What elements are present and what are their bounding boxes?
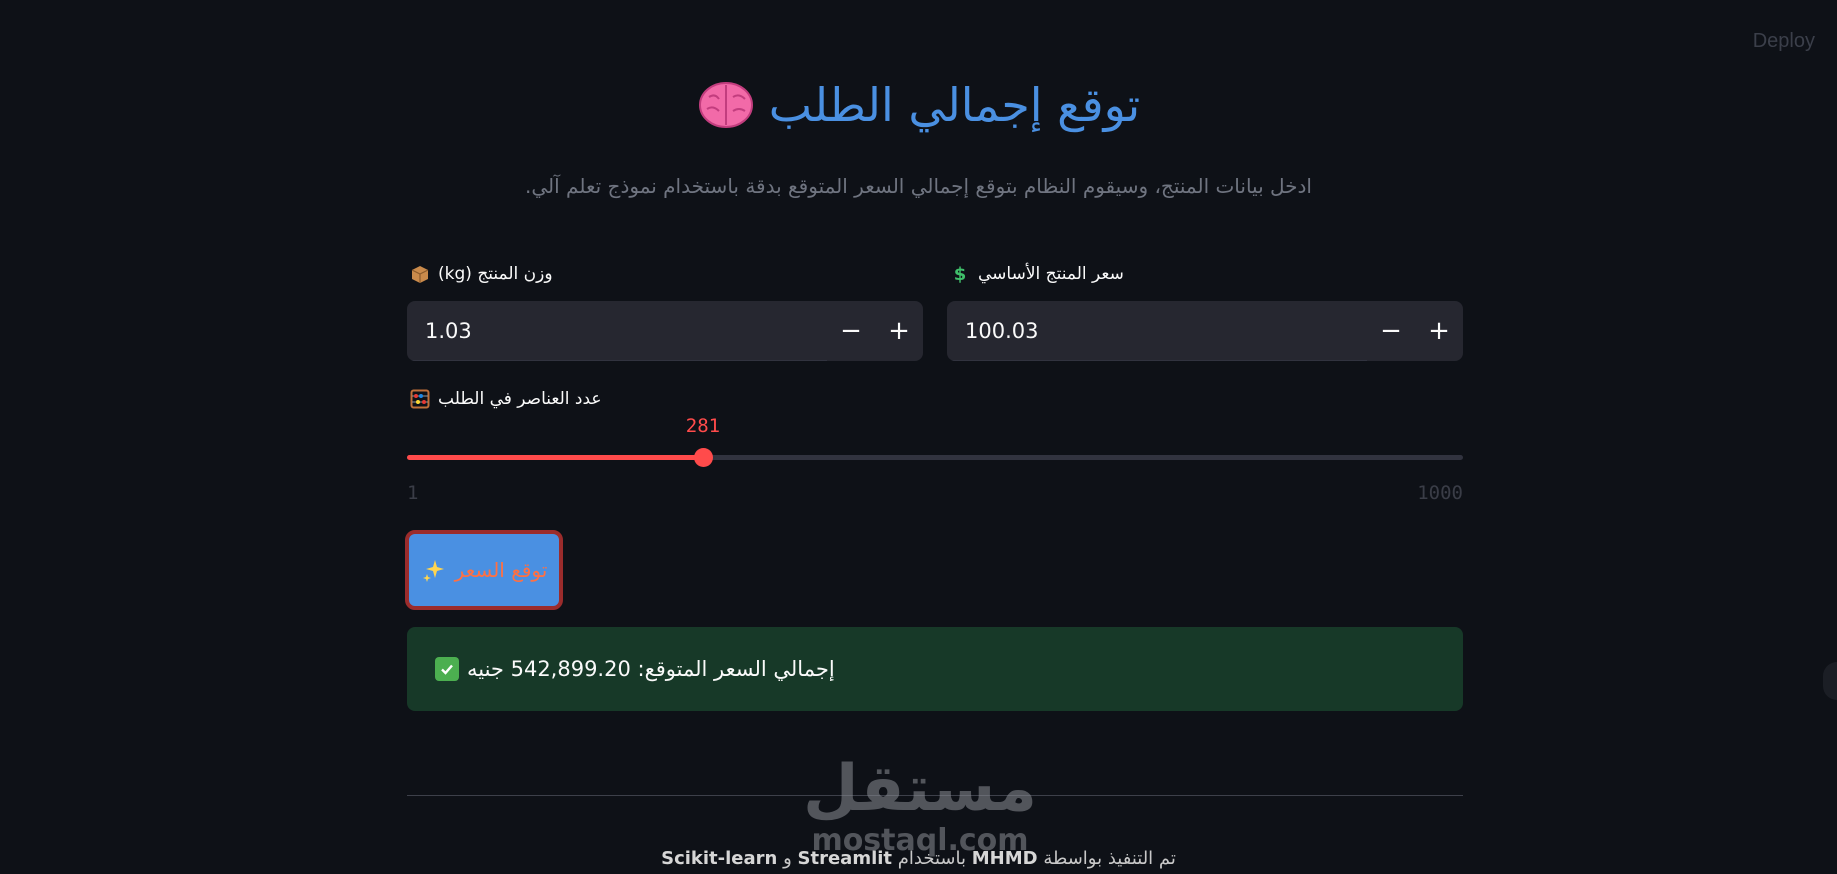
check-icon (435, 657, 459, 681)
price-input-value[interactable]: 100.03 (947, 301, 1367, 361)
slider-thumb[interactable] (693, 448, 713, 467)
abacus-icon (410, 389, 430, 409)
brain-icon (698, 82, 753, 128)
sparkles-icon (422, 560, 444, 582)
footer-conj: و (783, 848, 792, 869)
mostaql-watermark-logo: مستقل mostaql.com (803, 752, 1037, 858)
weight-label: وزن المنتج (kg) (410, 264, 553, 284)
slider-fill (407, 455, 703, 460)
page-title: توقع إجمالي الطلب (768, 78, 1141, 132)
slider-min-label: 1 (407, 482, 419, 504)
page-title-row: توقع إجمالي الطلب (0, 78, 1837, 132)
price-increment-button[interactable]: + (1415, 301, 1463, 361)
footer-middle: باستخدام (897, 848, 966, 869)
weight-decrement-button[interactable]: − (827, 301, 875, 361)
watermark-arabic: مستقل (803, 752, 1037, 826)
footer-tool-sklearn: Scikit-learn (661, 848, 778, 869)
package-icon (410, 264, 430, 284)
slider-max-label: 1000 (1417, 482, 1463, 504)
deploy-button[interactable]: Deploy (1753, 30, 1815, 53)
footer-credits: تم التنفيذ بواسطة MHMD باستخدام Streamli… (0, 848, 1837, 869)
price-label: $ سعر المنتج الأساسي (950, 263, 1124, 285)
footer-author: MHMD (971, 848, 1038, 869)
sidebar-toggle-handle[interactable] (1823, 662, 1837, 700)
items-count-label-text: عدد العناصر في الطلب (438, 389, 602, 409)
price-label-text: سعر المنتج الأساسي (978, 264, 1124, 284)
price-input[interactable]: 100.03 − + (947, 301, 1463, 361)
weight-label-text: وزن المنتج (kg) (438, 264, 553, 284)
price-decrement-button[interactable]: − (1367, 301, 1415, 361)
prediction-result-alert: إجمالي السعر المتوقع: 542,899.20 جنيه (407, 627, 1463, 711)
footer-tool-streamlit: Streamlit (797, 848, 893, 869)
weight-input[interactable]: 1.03 − + (407, 301, 923, 361)
footer-prefix: تم التنفيذ بواسطة (1043, 848, 1176, 869)
dollar-icon: $ (953, 263, 967, 285)
slider-current-value: 281 (685, 415, 721, 437)
weight-input-value[interactable]: 1.03 (407, 301, 827, 361)
items-count-slider[interactable]: 281 (407, 415, 1463, 467)
predict-price-button[interactable]: توقع السعر (405, 530, 563, 610)
predict-button-label: توقع السعر (454, 558, 548, 582)
items-count-label: عدد العناصر في الطلب (410, 389, 602, 409)
prediction-result-text: إجمالي السعر المتوقع: 542,899.20 جنيه (467, 657, 835, 681)
weight-increment-button[interactable]: + (875, 301, 923, 361)
page-subtitle: ادخل بيانات المنتج، وسيقوم النظام بتوقع … (525, 174, 1312, 198)
